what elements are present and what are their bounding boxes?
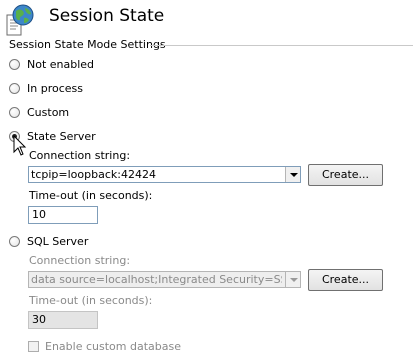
sql-connection-combo[interactable]: data source=localhost;Integrated Securit…	[28, 271, 301, 288]
sql-timeout-input[interactable]: 30	[28, 311, 98, 329]
custom-radio[interactable]	[9, 107, 20, 118]
sql-timeout-label: Time-out (in seconds):	[29, 294, 153, 307]
session-state-icon	[4, 3, 42, 39]
state-server-label[interactable]: State Server	[27, 130, 96, 143]
state-connection-value: tcpip=loopback:42424	[31, 168, 156, 181]
chevron-down-icon[interactable]	[285, 167, 300, 182]
group-label: Session State Mode Settings	[9, 38, 166, 51]
custom-database-label: Enable custom database	[45, 340, 181, 353]
sql-server-label[interactable]: SQL Server	[27, 235, 88, 248]
sql-server-radio[interactable]	[9, 236, 20, 247]
group-divider	[150, 45, 413, 46]
in-process-radio[interactable]	[9, 83, 20, 94]
page-title: Session State	[49, 6, 165, 26]
state-create-button[interactable]: Create...	[308, 164, 383, 186]
mouse-cursor-icon	[13, 134, 27, 157]
custom-label[interactable]: Custom	[27, 106, 69, 119]
state-timeout-label: Time-out (in seconds):	[29, 189, 153, 202]
sql-connection-label: Connection string:	[29, 254, 131, 267]
in-process-label[interactable]: In process	[27, 82, 83, 95]
state-connection-label: Connection string:	[29, 149, 131, 162]
not-enabled-radio[interactable]	[9, 59, 20, 70]
sql-create-button[interactable]: Create...	[308, 269, 383, 291]
not-enabled-label[interactable]: Not enabled	[27, 58, 94, 71]
chevron-down-icon[interactable]	[285, 272, 300, 287]
state-connection-combo[interactable]: tcpip=loopback:42424	[28, 166, 301, 183]
sql-connection-value: data source=localhost;Integrated Securit…	[31, 273, 282, 286]
custom-database-checkbox[interactable]	[28, 341, 39, 352]
state-timeout-input[interactable]: 10	[28, 206, 98, 224]
